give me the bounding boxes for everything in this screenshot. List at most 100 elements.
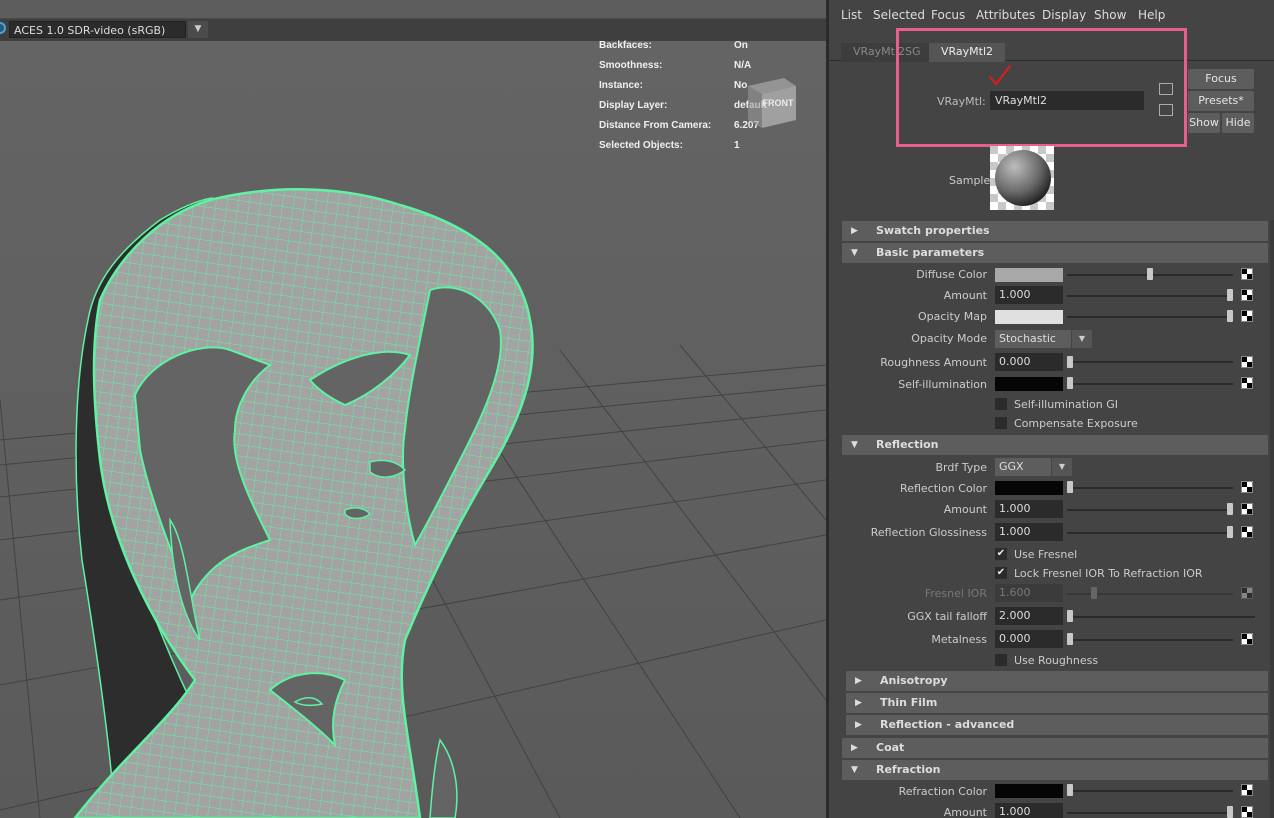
reflection-amount-field[interactable]: 1.000 <box>995 500 1063 518</box>
section-reflection-advanced[interactable]: ▶ Reflection - advanced <box>846 715 1268 735</box>
view-cube-face-label: FRONT <box>763 98 794 108</box>
refraction-color-map-button[interactable] <box>1241 784 1253 796</box>
material-sample-swatch[interactable] <box>990 146 1054 210</box>
diffuse-amount-slider-handle[interactable] <box>1227 289 1233 301</box>
reflection-color-slider[interactable] <box>1067 487 1233 489</box>
use-fresnel-label: Use Fresnel <box>1014 548 1078 561</box>
opacity-mode-dropdown[interactable]: Stochastic <box>995 330 1071 348</box>
presets-button[interactable]: Presets* <box>1188 91 1254 111</box>
reflection-color-map-button[interactable] <box>1241 481 1253 493</box>
opacity-map-button[interactable] <box>1241 310 1253 322</box>
opacity-map-slider-handle[interactable] <box>1227 310 1233 322</box>
roughness-amount-field[interactable]: 0.000 <box>995 353 1063 371</box>
diffuse-map-button[interactable] <box>1241 268 1253 280</box>
ggx-tail-falloff-field[interactable]: 2.000 <box>995 607 1063 625</box>
diffuse-amount-field[interactable]: 1.000 <box>995 286 1063 304</box>
opacity-map-swatch[interactable] <box>995 310 1063 324</box>
roughness-amount-label: Roughness Amount <box>880 356 987 369</box>
refraction-amount-field[interactable]: 1.000 <box>995 803 1063 818</box>
brdf-type-dropdown[interactable]: GGX <box>995 458 1051 476</box>
roughness-amount-slider[interactable] <box>1067 361 1233 363</box>
hide-button[interactable]: Hide <box>1222 113 1254 133</box>
ggx-tail-falloff-slider-handle[interactable] <box>1067 610 1073 622</box>
reflection-color-label: Reflection Color <box>900 482 987 495</box>
opacity-mode-dropdown-arrow[interactable]: ▼ <box>1072 330 1092 348</box>
show-button[interactable]: Show <box>1188 113 1220 133</box>
section-coat[interactable]: ▶ Coat <box>842 738 1268 758</box>
reflection-amount-slider-handle[interactable] <box>1227 503 1233 515</box>
viewport-toolbar[interactable] <box>0 0 826 19</box>
refraction-amount-map-button[interactable] <box>1241 806 1253 818</box>
metalness-field[interactable]: 0.000 <box>995 630 1063 648</box>
opacity-map-slider[interactable] <box>1067 316 1233 318</box>
hud-row-selected-objects: Selected Objects: 1 <box>599 140 740 151</box>
menu-attributes[interactable]: Attributes <box>976 8 1035 22</box>
collapse-arrow-icon: ▼ <box>851 765 858 775</box>
diffuse-color-slider-handle[interactable] <box>1147 268 1153 280</box>
diffuse-color-label: Diffuse Color <box>916 268 987 281</box>
section-refraction[interactable]: ▼ Refraction <box>842 760 1268 780</box>
reflection-color-slider-handle[interactable] <box>1067 481 1073 493</box>
refraction-amount-slider[interactable] <box>1067 812 1233 814</box>
annotation-checkmark-icon <box>989 65 1011 86</box>
view-cube[interactable]: FRONT <box>740 72 800 132</box>
expand-arrow-icon: ▶ <box>851 226 858 236</box>
color-space-field[interactable]: ACES 1.0 SDR-video (sRGB) <box>9 21 186 38</box>
fresnel-ior-label: Fresnel IOR <box>924 587 987 600</box>
section-basic-parameters[interactable]: ▼ Basic parameters <box>842 243 1268 263</box>
refraction-color-swatch[interactable] <box>995 784 1063 798</box>
self-illumination-slider-handle[interactable] <box>1067 377 1073 389</box>
use-roughness-label: Use Roughness <box>1014 654 1099 667</box>
menu-selected[interactable]: Selected <box>873 8 925 22</box>
color-space-dropdown-arrow[interactable]: ▼ <box>188 21 208 38</box>
hud-row-backfaces: Backfaces: On <box>599 40 748 51</box>
metalness-slider[interactable] <box>1067 639 1233 641</box>
reflection-amount-map-button[interactable] <box>1241 503 1253 515</box>
section-anisotropy[interactable]: ▶ Anisotropy <box>846 671 1268 691</box>
lock-fresnel-ior-checkbox[interactable]: ✔ <box>995 567 1007 579</box>
attribute-editor: List Selected Focus Attributes Display S… <box>829 0 1274 818</box>
menu-focus[interactable]: Focus <box>931 8 965 22</box>
ggx-tail-falloff-slider[interactable] <box>1067 616 1255 618</box>
viewport-panel[interactable]: ACES 1.0 SDR-video (sRGB) ▼ Backfaces: On… <box>0 0 826 818</box>
self-illumination-swatch[interactable] <box>995 377 1063 391</box>
reflection-glossiness-field[interactable]: 1.000 <box>995 523 1063 541</box>
scrollbar[interactable] <box>1270 220 1274 818</box>
reflection-glossiness-map-button[interactable] <box>1241 526 1253 538</box>
roughness-amount-slider-handle[interactable] <box>1067 356 1073 368</box>
section-reflection[interactable]: ▼ Reflection <box>842 435 1268 455</box>
lock-fresnel-ior-label: Lock Fresnel IOR To Refraction IOR <box>1014 567 1203 580</box>
diffuse-amount-slider[interactable] <box>1067 295 1233 297</box>
section-swatch-properties[interactable]: ▶ Swatch properties <box>842 221 1268 241</box>
self-illumination-label: Self-illumination <box>898 378 987 391</box>
refraction-color-slider-handle[interactable] <box>1067 784 1073 796</box>
refraction-amount-slider-handle[interactable] <box>1227 806 1233 818</box>
opacity-mode-label: Opacity Mode <box>911 332 987 345</box>
reflection-color-swatch[interactable] <box>995 481 1063 495</box>
metalness-slider-handle[interactable] <box>1067 633 1073 645</box>
refraction-color-slider[interactable] <box>1067 790 1233 792</box>
reflection-glossiness-label: Reflection Glossiness <box>870 526 987 539</box>
self-illumination-map-button[interactable] <box>1241 377 1253 389</box>
menu-display[interactable]: Display <box>1042 8 1086 22</box>
diffuse-amount-map-button[interactable] <box>1241 289 1253 301</box>
menu-show[interactable]: Show <box>1094 8 1126 22</box>
compensate-exposure-checkbox[interactable] <box>995 417 1007 429</box>
reflection-glossiness-slider-handle[interactable] <box>1227 526 1233 538</box>
roughness-map-button[interactable] <box>1241 356 1253 368</box>
reflection-amount-slider[interactable] <box>1067 509 1233 511</box>
self-illumination-gi-checkbox[interactable] <box>995 398 1007 410</box>
self-illumination-slider[interactable] <box>1067 383 1233 385</box>
reflection-glossiness-slider[interactable] <box>1067 532 1233 534</box>
use-fresnel-checkbox[interactable]: ✔ <box>995 548 1007 560</box>
expand-arrow-icon: ▶ <box>855 720 862 730</box>
use-roughness-checkbox[interactable] <box>995 654 1007 666</box>
menu-help[interactable]: Help <box>1138 8 1165 22</box>
brdf-type-dropdown-arrow[interactable]: ▼ <box>1052 458 1072 476</box>
metalness-map-button[interactable] <box>1241 633 1253 645</box>
menu-list[interactable]: List <box>841 8 862 22</box>
collapse-arrow-icon: ▼ <box>851 248 858 258</box>
focus-button[interactable]: Focus <box>1188 69 1254 89</box>
diffuse-color-swatch[interactable] <box>995 268 1063 282</box>
section-thin-film[interactable]: ▶ Thin Film <box>846 693 1268 713</box>
